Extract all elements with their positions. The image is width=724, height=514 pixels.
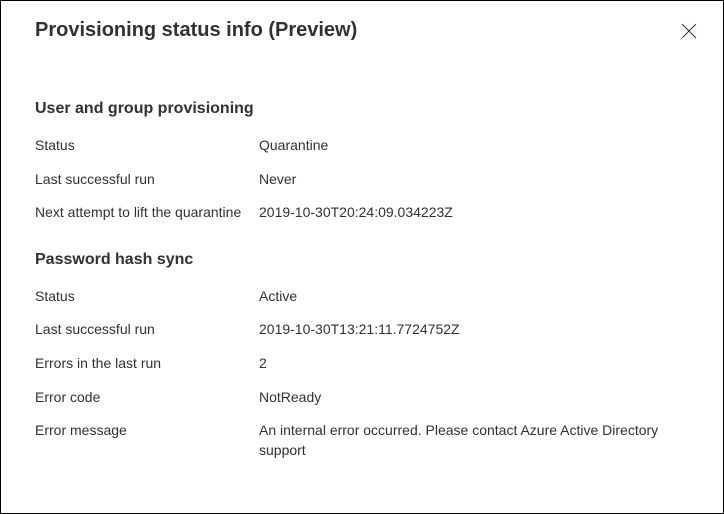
password-sync-error-code-row: Error code NotReady (35, 388, 689, 408)
password-sync-errors-row: Errors in the last run 2 (35, 354, 689, 374)
password-sync-status-row: Status Active (35, 287, 689, 307)
provisioning-status-value: Quarantine (259, 136, 689, 156)
provisioning-heading: User and group provisioning (35, 100, 689, 118)
password-sync-error-message-row: Error message An internal error occurred… (35, 421, 689, 460)
provisioning-last-run-value: Never (259, 170, 689, 190)
password-sync-last-run-row: Last successful run 2019-10-30T13:21:11.… (35, 320, 689, 340)
password-sync-last-run-value: 2019-10-30T13:21:11.7724752Z (259, 320, 689, 340)
panel-title: Provisioning status info (Preview) (35, 19, 357, 42)
password-sync-status-label: Status (35, 287, 259, 307)
provisioning-last-run-row: Last successful run Never (35, 170, 689, 190)
provisioning-next-attempt-value: 2019-10-30T20:24:09.034223Z (259, 203, 689, 223)
provisioning-status-label: Status (35, 136, 259, 156)
provisioning-next-attempt-row: Next attempt to lift the quarantine 2019… (35, 203, 689, 223)
panel-header: Provisioning status info (Preview) (1, 1, 723, 46)
password-sync-status-value: Active (259, 287, 689, 307)
panel-content: User and group provisioning Status Quara… (1, 46, 723, 460)
close-icon[interactable] (679, 21, 699, 46)
provisioning-next-attempt-label: Next attempt to lift the quarantine (35, 203, 259, 223)
password-sync-error-code-label: Error code (35, 388, 259, 408)
provisioning-last-run-label: Last successful run (35, 170, 259, 190)
password-sync-errors-value: 2 (259, 354, 689, 374)
password-sync-errors-label: Errors in the last run (35, 354, 259, 374)
provisioning-status-row: Status Quarantine (35, 136, 689, 156)
password-sync-error-message-value: An internal error occurred. Please conta… (259, 421, 689, 460)
password-sync-last-run-label: Last successful run (35, 320, 259, 340)
password-sync-heading: Password hash sync (35, 251, 689, 269)
password-sync-error-code-value: NotReady (259, 388, 689, 408)
password-sync-error-message-label: Error message (35, 421, 259, 441)
